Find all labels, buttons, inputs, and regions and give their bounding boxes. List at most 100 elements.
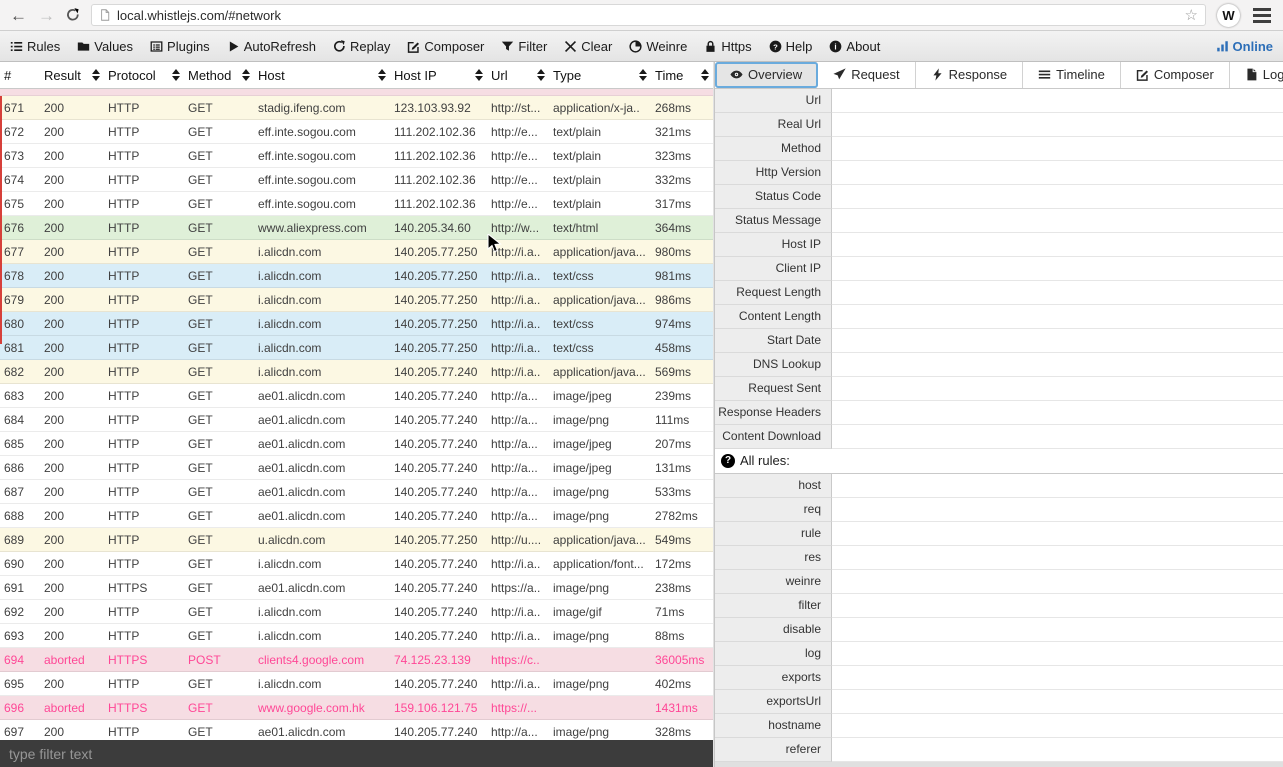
request-row-686[interactable]: 686200HTTPGETae01.alicdn.com140.205.77.2… xyxy=(0,456,713,480)
request-row-676[interactable]: 676200HTTPGETwww.aliexpress.com140.205.3… xyxy=(0,216,713,240)
request-row-683[interactable]: 683200HTTPGETae01.alicdn.com140.205.77.2… xyxy=(0,384,713,408)
forward-arrow-icon[interactable]: → xyxy=(38,7,55,24)
back-arrow-icon[interactable]: ← xyxy=(10,7,27,24)
menu-item-autorefresh[interactable]: AutoRefresh xyxy=(227,39,316,54)
request-row-685[interactable]: 685200HTTPGETae01.alicdn.com140.205.77.2… xyxy=(0,432,713,456)
cell-protocol: HTTP xyxy=(104,629,184,643)
cell-url: http://a... xyxy=(487,413,549,427)
request-row-691[interactable]: 691200HTTPSGETae01.alicdn.com140.205.77.… xyxy=(0,576,713,600)
help-icon: ? xyxy=(769,40,782,53)
bolt-icon xyxy=(931,68,944,81)
reload-icon[interactable] xyxy=(66,8,80,22)
menu-item-rules[interactable]: Rules xyxy=(10,39,60,54)
menu-item-help[interactable]: ?Help xyxy=(769,39,813,54)
col-header-host[interactable]: Host xyxy=(254,62,390,88)
request-row-681[interactable]: 681200HTTPGETi.alicdn.com140.205.77.250h… xyxy=(0,336,713,360)
col-header-result[interactable]: Result xyxy=(40,62,104,88)
menu-item-plugins[interactable]: Plugins xyxy=(150,39,210,54)
tab-response[interactable]: Response xyxy=(916,62,1024,88)
menu-item-composer[interactable]: Composer xyxy=(407,39,484,54)
field-value xyxy=(832,377,1283,401)
tab-overview[interactable]: Overview xyxy=(715,62,818,88)
cell-url: http://i.a.. xyxy=(487,677,549,691)
field-value xyxy=(832,137,1283,161)
request-row-692[interactable]: 692200HTTPGETi.alicdn.com140.205.77.240h… xyxy=(0,600,713,624)
col-header-method[interactable]: Method xyxy=(184,62,254,88)
whistle-extension-icon[interactable]: W xyxy=(1217,4,1240,27)
field-label: Real Url xyxy=(715,113,832,137)
cell-time: 364ms xyxy=(651,221,713,235)
cell-protocol: HTTP xyxy=(104,509,184,523)
cell-type: image/png xyxy=(549,509,651,523)
menu-item-https[interactable]: Https xyxy=(704,39,751,54)
cell-result: 200 xyxy=(40,605,104,619)
panel-hscroll-track[interactable] xyxy=(715,762,1283,767)
col-header-host-ip[interactable]: Host IP xyxy=(390,62,487,88)
rule-field-weinre: weinre xyxy=(715,570,1283,594)
request-row-696[interactable]: 696abortedHTTPSGETwww.google.com.hk159.1… xyxy=(0,696,713,720)
rule-field-req: req xyxy=(715,498,1283,522)
cell-host: ae01.alicdn.com xyxy=(254,437,390,451)
request-row-694[interactable]: 694abortedHTTPSPOSTclients4.google.com74… xyxy=(0,648,713,672)
col-header-url[interactable]: Url xyxy=(487,62,549,88)
cell-id: 671 xyxy=(0,101,40,115)
cell-time: 131ms xyxy=(651,461,713,475)
request-row-671[interactable]: 671200HTTPGETstadig.ifeng.com123.103.93.… xyxy=(0,96,713,120)
address-bar[interactable]: local.whistlejs.com/#network ☆ xyxy=(91,4,1206,26)
all-rules-header: All rules: xyxy=(715,449,1283,475)
col-header-protocol[interactable]: Protocol xyxy=(104,62,184,88)
cell-result: 200 xyxy=(40,461,104,475)
rule-field-disable: disable xyxy=(715,618,1283,642)
menu-item-values[interactable]: Values xyxy=(77,39,133,54)
menu-item-filter[interactable]: Filter xyxy=(501,39,547,54)
field-value xyxy=(832,546,1283,570)
cell-hostip: 140.205.77.240 xyxy=(390,461,487,475)
tab-request[interactable]: Request xyxy=(818,62,915,88)
request-row-680[interactable]: 680200HTTPGETi.alicdn.com140.205.77.250h… xyxy=(0,312,713,336)
request-row-682[interactable]: 682200HTTPGETi.alicdn.com140.205.77.240h… xyxy=(0,360,713,384)
cell-type: text/plain xyxy=(549,173,651,187)
tab-composer[interactable]: Composer xyxy=(1121,62,1230,88)
cell-id: 685 xyxy=(0,437,40,451)
field-value xyxy=(832,257,1283,281)
cell-method: POST xyxy=(184,653,254,667)
col-header-time[interactable]: Time xyxy=(651,62,713,88)
cell-host: i.alicdn.com xyxy=(254,317,390,331)
request-row-689[interactable]: 689200HTTPGETu.alicdn.com140.205.77.250h… xyxy=(0,528,713,552)
request-row-677[interactable]: 677200HTTPGETi.alicdn.com140.205.77.250h… xyxy=(0,240,713,264)
cell-host: i.alicdn.com xyxy=(254,629,390,643)
request-row-690[interactable]: 690200HTTPGETi.alicdn.com140.205.77.240h… xyxy=(0,552,713,576)
field-label: Request Sent xyxy=(715,377,832,401)
star-icon[interactable]: ☆ xyxy=(1185,6,1198,24)
request-row-672[interactable]: 672200HTTPGETeff.inte.sogou.com111.202.1… xyxy=(0,120,713,144)
request-row-687[interactable]: 687200HTTPGETae01.alicdn.com140.205.77.2… xyxy=(0,480,713,504)
browser-menu-icon[interactable] xyxy=(1251,6,1273,25)
filter-input[interactable] xyxy=(0,740,713,767)
menu-item-replay[interactable]: Replay xyxy=(333,39,390,54)
request-row-674[interactable]: 674200HTTPGETeff.inte.sogou.com111.202.1… xyxy=(0,168,713,192)
tab-log[interactable]: Log xyxy=(1230,62,1283,88)
request-row-695[interactable]: 695200HTTPGETi.alicdn.com140.205.77.240h… xyxy=(0,672,713,696)
cell-time: 980ms xyxy=(651,245,713,259)
request-row-673[interactable]: 673200HTTPGETeff.inte.sogou.com111.202.1… xyxy=(0,144,713,168)
menu-item-about[interactable]: iAbout xyxy=(829,39,880,54)
cell-id: 672 xyxy=(0,125,40,139)
cell-type: image/png xyxy=(549,629,651,643)
cell-id: 694 xyxy=(0,653,40,667)
request-row-679[interactable]: 679200HTTPGETi.alicdn.com140.205.77.250h… xyxy=(0,288,713,312)
field-label: req xyxy=(715,498,832,522)
cell-result: 200 xyxy=(40,197,104,211)
request-row-688[interactable]: 688200HTTPGETae01.alicdn.com140.205.77.2… xyxy=(0,504,713,528)
menu-item-weinre[interactable]: Weinre xyxy=(629,39,687,54)
cell-protocol: HTTP xyxy=(104,413,184,427)
cell-id: 686 xyxy=(0,461,40,475)
cell-result: 200 xyxy=(40,389,104,403)
field-label: Host IP xyxy=(715,233,832,257)
menu-item-clear[interactable]: Clear xyxy=(564,39,612,54)
request-row-675[interactable]: 675200HTTPGETeff.inte.sogou.com111.202.1… xyxy=(0,192,713,216)
tab-timeline[interactable]: Timeline xyxy=(1023,62,1121,88)
request-row-684[interactable]: 684200HTTPGETae01.alicdn.com140.205.77.2… xyxy=(0,408,713,432)
request-row-693[interactable]: 693200HTTPGETi.alicdn.com140.205.77.240h… xyxy=(0,624,713,648)
col-header-type[interactable]: Type xyxy=(549,62,651,88)
request-row-678[interactable]: 678200HTTPGETi.alicdn.com140.205.77.250h… xyxy=(0,264,713,288)
